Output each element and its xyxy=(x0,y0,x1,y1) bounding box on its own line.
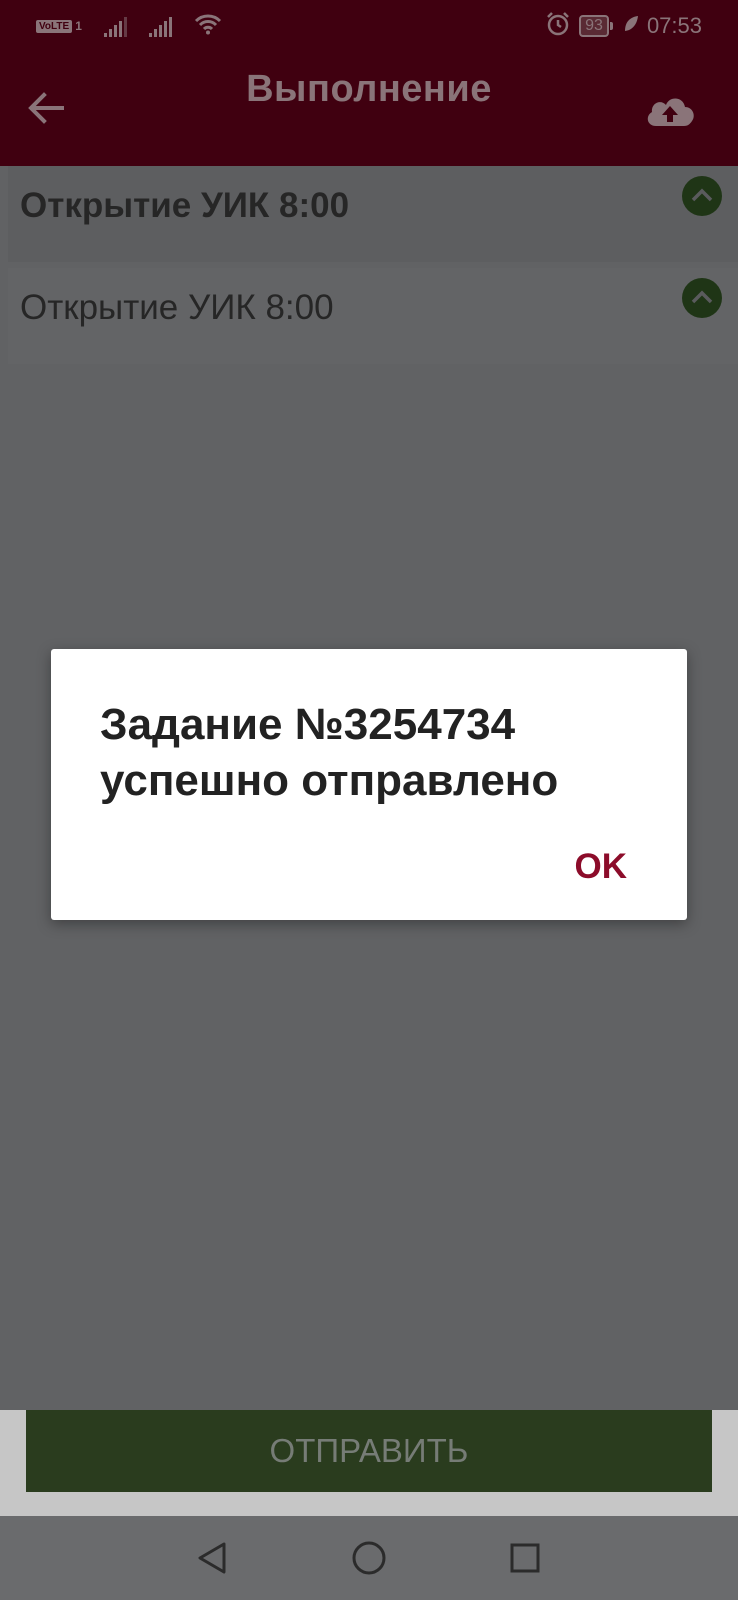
volte-label: VoLTE xyxy=(36,19,73,33)
back-triangle-icon[interactable] xyxy=(190,1536,234,1580)
status-right: 93 07:53 xyxy=(545,11,702,42)
clock: 07:53 xyxy=(646,13,702,38)
battery-icon: 93 xyxy=(579,15,613,37)
arrow-left-icon xyxy=(22,92,70,136)
volte-icon: VoLTE 1 xyxy=(36,19,82,33)
leaf-icon xyxy=(623,15,639,38)
home-circle-icon[interactable] xyxy=(347,1536,391,1580)
list-item[interactable]: Открытие УИК 8:00 xyxy=(8,268,738,364)
app-bar: Выполнение xyxy=(0,52,738,166)
task-label: Открытие УИК 8:00 xyxy=(20,288,334,327)
system-nav-bar xyxy=(0,1516,738,1600)
status-left: VoLTE 1 xyxy=(36,12,222,40)
sim-slot-label: 1 xyxy=(75,19,82,33)
cloud-upload-icon xyxy=(642,98,698,138)
upload-button[interactable] xyxy=(642,86,698,134)
chevron-up-icon[interactable] xyxy=(682,278,722,318)
wifi-icon xyxy=(194,13,222,40)
chevron-up-icon[interactable] xyxy=(682,176,722,216)
status-bar: VoLTE 1 93 07:53 xyxy=(0,0,738,52)
send-button[interactable]: ОТПРАВИТЬ xyxy=(26,1410,712,1492)
alert-dialog: Задание №3254734 успешно отправлено OK xyxy=(51,649,687,920)
alarm-icon xyxy=(545,11,571,42)
signal-icon xyxy=(103,15,127,37)
dialog-message: Задание №3254734 успешно отправлено xyxy=(100,697,620,809)
recents-square-icon[interactable] xyxy=(503,1536,547,1580)
task-label: Открытие УИК 8:00 xyxy=(20,186,350,225)
dialog-message-line: Задание №3254734 xyxy=(100,700,516,749)
ok-button[interactable]: OK xyxy=(575,847,628,887)
dialog-message-line: успешно отправлено xyxy=(100,756,559,805)
page-title: Выполнение xyxy=(246,68,492,110)
signal-icon xyxy=(148,15,172,37)
list-item[interactable]: Открытие УИК 8:00 xyxy=(8,166,738,262)
